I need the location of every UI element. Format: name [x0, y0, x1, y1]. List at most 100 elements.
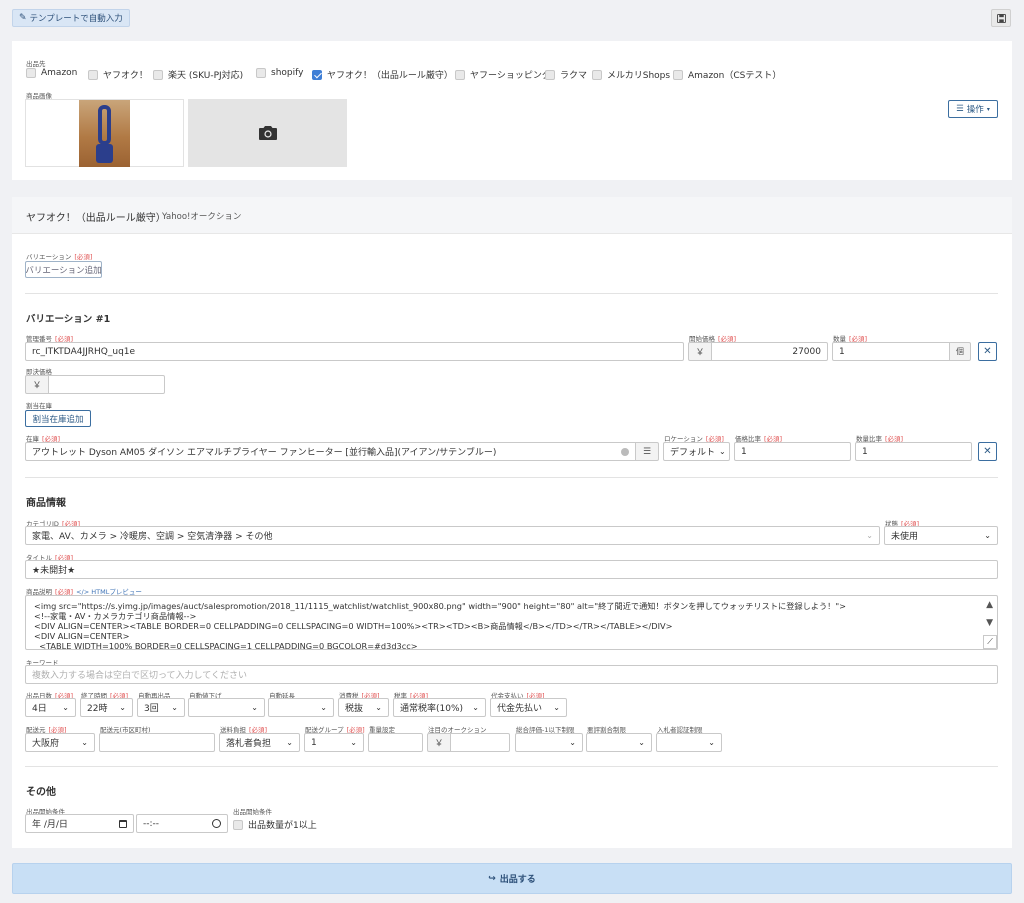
resize-handle-icon[interactable]: ⟋: [983, 635, 997, 649]
yen-addon-featured: ￥: [427, 733, 451, 752]
checkbox-icon[interactable]: [26, 68, 36, 78]
template-autofill-button[interactable]: ✎ テンプレートで自動入力: [12, 9, 130, 27]
destination-checkbox-1[interactable]: ヤフオク！: [88, 68, 148, 81]
destination-label: ヤフオク！: [103, 71, 148, 81]
chevron-down-icon: ⌄: [708, 738, 715, 747]
start-price-input[interactable]: 27000: [711, 342, 828, 361]
quantity-unit: 個: [949, 342, 971, 361]
checkbox-icon[interactable]: [545, 69, 555, 80]
save-icon[interactable]: [991, 9, 1011, 27]
price-ratio-input[interactable]: 1: [734, 442, 851, 461]
start-time-input[interactable]: --:--: [136, 814, 228, 833]
start-date-input[interactable]: 年 /月/日: [25, 814, 134, 833]
bidder-auth-select[interactable]: ⌄: [656, 733, 722, 752]
remove-variation-button[interactable]: ✕: [978, 342, 997, 361]
chevron-down-icon: ⌄: [719, 447, 726, 456]
destination-checkbox-6[interactable]: ラクマ: [545, 68, 587, 81]
qty-condition-checkbox[interactable]: 出品数量が1以上: [233, 818, 317, 831]
remove-stock-button[interactable]: ✕: [978, 442, 997, 461]
checkbox-icon[interactable]: [455, 69, 465, 80]
checkbox-icon[interactable]: [88, 69, 98, 80]
add-variation-button[interactable]: バリエーション追加: [25, 261, 102, 278]
destination-checkbox-2[interactable]: 楽天 (SKU-PJ対応): [153, 68, 243, 81]
destination-label: ヤフオク！（出品ルール厳守）: [327, 71, 453, 81]
destination-checkbox-3[interactable]: shopify: [256, 68, 303, 78]
product-image-thumb[interactable]: [25, 99, 184, 167]
mgmt-number-input[interactable]: rc_ITKTDA4JJRHQ_uq1e: [25, 342, 684, 361]
ship-fee-select[interactable]: 落札者負担 ⌄: [219, 733, 300, 752]
share-arrow-icon: ↪: [488, 873, 496, 884]
scroll-up-icon[interactable]: ▲: [986, 600, 993, 610]
chevron-down-icon: ⌄: [569, 738, 576, 747]
condition-select[interactable]: 未使用 ⌄: [884, 526, 998, 545]
quantity-ratio-input[interactable]: 1: [855, 442, 972, 461]
checkbox-icon[interactable]: [256, 68, 266, 78]
operations-button[interactable]: ☰ 操作 ▾: [948, 100, 998, 118]
tax-rate-select[interactable]: 通常税率(10%) ⌄: [393, 698, 486, 717]
destination-checkbox-7[interactable]: メルカリShops: [592, 68, 670, 81]
location-select[interactable]: デフォルト ⌄: [663, 442, 730, 461]
submit-listing-button[interactable]: ↪ 出品する: [12, 863, 1012, 894]
destination-card: 出品先 Amazon ヤフオク！ 楽天 (SKU-PJ対応) shopify ヤフオク！…: [12, 41, 1012, 180]
description-line: <img src="https://s.yimg.jp/images/auct/…: [34, 601, 846, 611]
checkbox-icon[interactable]: [312, 69, 322, 80]
chevron-down-icon: ⌄: [171, 703, 178, 712]
image-upload-slot[interactable]: [188, 99, 347, 167]
stock-input[interactable]: アウトレット Dyson AM05 ダイソン エアマルチプライヤー ファンヒータ…: [25, 442, 636, 461]
rating-limit-select[interactable]: ⌄: [515, 733, 583, 752]
stock-list-icon[interactable]: ☰: [635, 442, 659, 461]
scroll-down-icon[interactable]: ▼: [986, 618, 993, 628]
yen-addon-buyout: ￥: [25, 375, 49, 394]
destination-checkbox-4[interactable]: ヤフオク！（出品ルール厳守）: [312, 68, 453, 81]
chevron-down-icon: ⌄: [286, 738, 293, 747]
list-icon: ☰: [956, 104, 964, 114]
featured-auction-input[interactable]: [450, 733, 510, 752]
destination-label: Amazon（CSテスト）: [688, 71, 782, 81]
add-allocated-stock-button[interactable]: 割当在庫追加: [25, 410, 91, 427]
listing-days-select[interactable]: 4日 ⌄: [25, 698, 76, 717]
destination-label: Amazon: [41, 68, 78, 78]
ship-group-select[interactable]: 1 ⌄: [304, 733, 364, 752]
checkbox-icon[interactable]: [592, 69, 602, 80]
destination-checkbox-0[interactable]: Amazon: [26, 68, 77, 78]
buyout-price-input[interactable]: [48, 375, 165, 394]
section-title: ヤフオク！（出品ルール厳守）: [26, 213, 166, 224]
start-condition-label-2: 出品開始条件: [233, 808, 272, 816]
ship-city-input[interactable]: [99, 733, 215, 752]
ship-from-select[interactable]: 大阪府 ⌄: [25, 733, 95, 752]
title-input[interactable]: ★未開封★: [25, 560, 998, 579]
tax-select[interactable]: 税抜 ⌄: [338, 698, 389, 717]
description-line: <DIV ALIGN=CENTER>: [34, 631, 130, 641]
auto-relist-select[interactable]: 3回 ⌄: [137, 698, 185, 717]
chevron-down-icon: ⌄: [62, 703, 69, 712]
destination-label: メルカリShops: [607, 71, 671, 81]
calendar-icon[interactable]: [119, 819, 127, 828]
weight-input[interactable]: [368, 733, 423, 752]
chevron-down-icon: ⌄: [866, 531, 873, 540]
clear-icon[interactable]: [621, 447, 629, 456]
close-icon: ✕: [983, 446, 992, 457]
checkbox-icon[interactable]: [153, 69, 163, 80]
chevron-down-icon: ⌄: [472, 703, 479, 712]
bad-ratio-select[interactable]: ⌄: [586, 733, 652, 752]
description-textarea[interactable]: <img src="https://s.yimg.jp/images/auct/…: [25, 595, 998, 650]
quantity-input[interactable]: 1: [832, 342, 950, 361]
destination-checkbox-8[interactable]: Amazon（CSテスト）: [673, 68, 781, 81]
destination-label: ヤフーショッピング: [470, 71, 551, 81]
end-time-select[interactable]: 22時 ⌄: [80, 698, 133, 717]
chevron-down-icon: ⌄: [350, 738, 357, 747]
auto-pricedown-select[interactable]: ⌄: [188, 698, 265, 717]
checkbox-icon[interactable]: [233, 819, 243, 830]
chevron-down-icon: ⌄: [984, 531, 991, 540]
destination-checkbox-5[interactable]: ヤフーショッピング: [455, 68, 551, 81]
payment-select[interactable]: 代金先払い ⌄: [490, 698, 567, 717]
product-photo: [79, 100, 130, 167]
category-select[interactable]: 家電、AV、カメラ > 冷暖房、空調 > 空気清浄器 > その他 ⌄: [25, 526, 880, 545]
destination-label: 楽天 (SKU-PJ対応): [168, 71, 244, 81]
yen-addon: ￥: [688, 342, 712, 361]
checkbox-icon[interactable]: [673, 69, 683, 80]
clock-icon[interactable]: [212, 819, 221, 828]
keyword-input[interactable]: 複数入力する場合は空白で区切って入力してください: [25, 665, 998, 684]
magic-wand-icon: ✎: [19, 13, 27, 23]
auto-extend-select[interactable]: ⌄: [268, 698, 334, 717]
